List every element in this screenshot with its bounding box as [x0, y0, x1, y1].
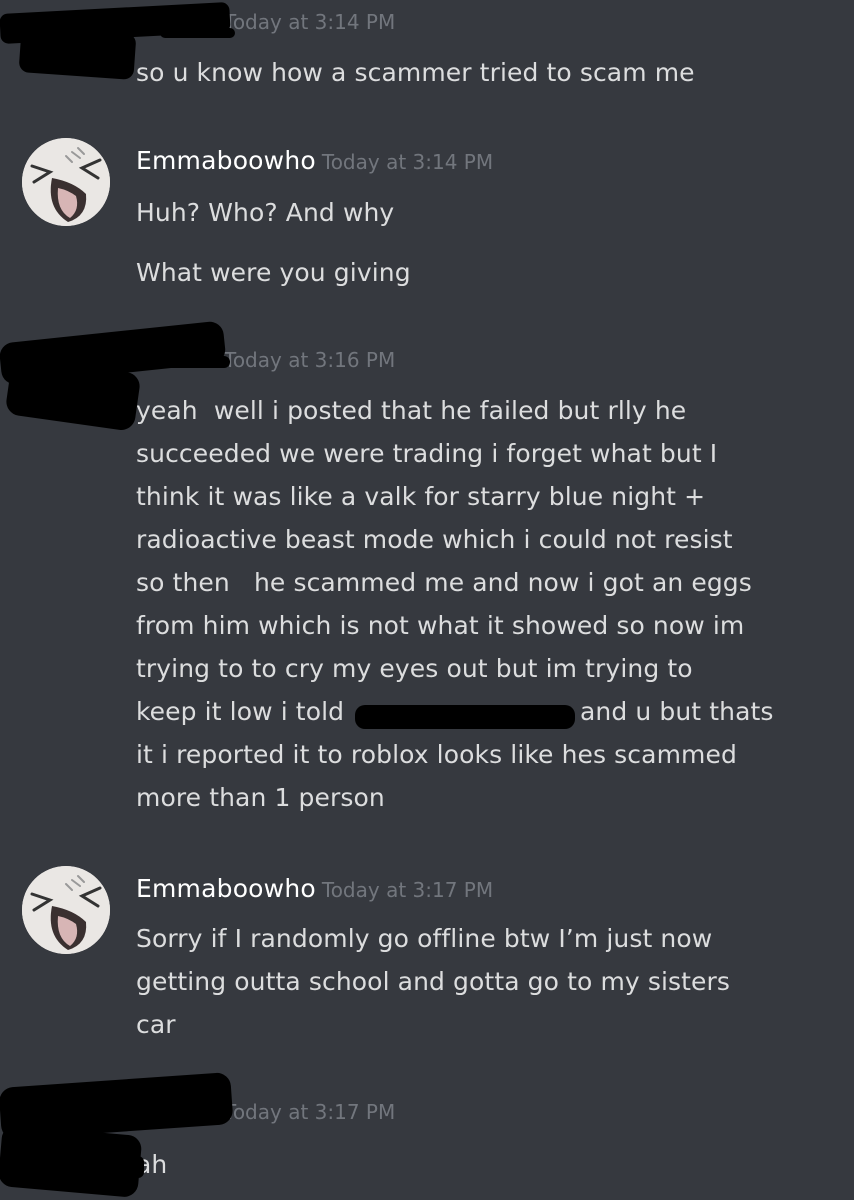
message-text: yeah well i posted that he failed but rl… — [136, 396, 687, 425]
message-header: Emmaboowho Today at 3:14 PM — [136, 146, 493, 175]
redaction-mark — [355, 705, 575, 729]
message-text: Huh? Who? And why — [136, 198, 395, 227]
username[interactable]: Emmaboowho — [136, 146, 316, 175]
message-text: keep it low i told — [136, 697, 345, 726]
message-group: Emmaboowho Today at 3:17 PM Sorry if I ra… — [0, 862, 854, 1072]
redaction-mark — [18, 26, 137, 80]
message-text: so then he scammed me and now i got an e… — [136, 568, 752, 597]
message-text: car — [136, 1010, 176, 1039]
message-text: Sorry if I randomly go offline btw I’m j… — [136, 924, 713, 953]
timestamp: Today at 3:17 PM — [321, 878, 494, 902]
emmaboowho-avatar-icon[interactable] — [22, 138, 110, 226]
chat-log: Today at 3:14 PM so u know how a scammer… — [0, 0, 854, 1200]
message-text: getting outta school and gotta go to my … — [136, 967, 731, 996]
avatar-face-icon — [22, 138, 110, 226]
avatar-face-icon — [22, 866, 110, 954]
timestamp: Today at 3:14 PM — [224, 10, 396, 34]
message-text: What were you giving — [136, 258, 411, 287]
message-text: from him which is not what it showed so … — [136, 611, 745, 640]
timestamp: Today at 3:16 PM — [224, 348, 396, 372]
redaction-mark — [160, 28, 235, 38]
message-group: Emmaboowho Today at 3:14 PM Huh? Who? And… — [0, 130, 854, 300]
message-group: Today at 3:17 PM ah — [0, 1071, 854, 1200]
redaction-mark — [120, 356, 230, 368]
timestamp: Today at 3:14 PM — [321, 150, 494, 174]
message-text: more than 1 person — [136, 783, 385, 812]
message-text: trying to to cry my eyes out but im tryi… — [136, 654, 693, 683]
message-text: succeeded we were trading i forget what … — [136, 439, 718, 468]
message-group: Today at 3:14 PM so u know how a scammer… — [0, 0, 854, 110]
message-text: so u know how a scammer tried to scam me — [136, 58, 695, 87]
message-text: and u but thats — [580, 697, 774, 726]
message-group: Today at 3:16 PM yeah well i posted that… — [0, 320, 854, 840]
message-text: think it was like a valk for starry blue… — [136, 482, 706, 511]
message-header: Emmaboowho Today at 3:17 PM — [136, 874, 493, 903]
username[interactable]: Emmaboowho — [136, 874, 316, 903]
redaction-mark — [120, 1156, 144, 1178]
message-text: radioactive beast mode which i could not… — [136, 525, 733, 554]
emmaboowho-avatar-icon[interactable] — [22, 866, 110, 954]
timestamp: Today at 3:17 PM — [224, 1100, 396, 1124]
message-text: it i reported it to roblox looks like he… — [136, 740, 737, 769]
